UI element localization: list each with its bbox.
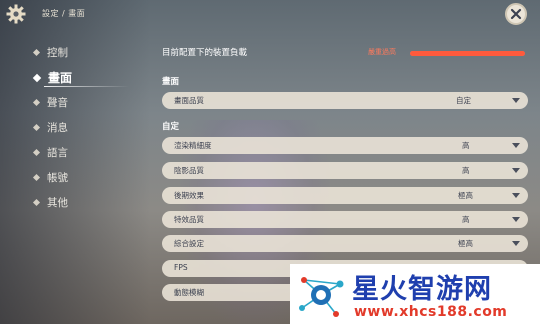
breadcrumb: 設定 / 畫面 xyxy=(42,9,86,18)
diamond-icon xyxy=(32,48,41,57)
setting-label: 陰影品質 xyxy=(174,166,204,175)
sidebar-item-audio[interactable]: 聲音 xyxy=(30,90,140,115)
chevron-down-icon xyxy=(512,241,520,246)
sidebar-item-other[interactable]: 其他 xyxy=(30,190,140,215)
chevron-down-icon xyxy=(512,143,520,148)
diamond-icon xyxy=(32,173,41,182)
post-processing-select[interactable]: 後期效果 極高 xyxy=(162,187,528,204)
sidebar-item-language[interactable]: 語言 xyxy=(30,140,140,165)
sidebar-item-graphics[interactable]: 畫面 xyxy=(30,65,140,90)
sidebar-item-label: 控制 xyxy=(47,47,68,59)
device-load-label: 目前配置下的裝置負載 xyxy=(162,48,248,58)
setting-label: 特效品質 xyxy=(174,215,204,224)
section-title-display: 畫面 xyxy=(162,77,180,87)
close-button[interactable] xyxy=(505,3,527,25)
sidebar-item-label: 帳號 xyxy=(47,172,68,184)
setting-label: 渲染精細度 xyxy=(174,141,212,150)
device-load-bar xyxy=(410,51,525,56)
setting-label: 綜合設定 xyxy=(174,239,204,248)
render-precision-select[interactable]: 渲染精細度 高 xyxy=(162,137,528,154)
sidebar-item-label: 其他 xyxy=(47,197,68,209)
diamond-icon xyxy=(32,98,41,107)
setting-value: 高 xyxy=(462,141,470,150)
diamond-icon xyxy=(32,73,42,82)
setting-value: 極高 xyxy=(458,191,473,200)
sidebar-item-label: 聲音 xyxy=(47,97,68,109)
device-load-status: 嚴重過高 xyxy=(368,48,396,56)
diamond-icon xyxy=(32,123,41,132)
chevron-down-icon xyxy=(512,98,520,103)
graphics-quality-select[interactable]: 畫面品質 自定 xyxy=(162,92,528,109)
sidebar-item-label: 語言 xyxy=(47,147,68,159)
watermark-title: 星火智游网 xyxy=(352,274,492,305)
top-bar: 設定 / 畫面 xyxy=(0,0,540,28)
shadow-quality-select[interactable]: 陰影品質 高 xyxy=(162,162,528,179)
setting-value: 高 xyxy=(462,215,470,224)
setting-label: 動態模糊 xyxy=(174,288,204,297)
setting-label: 畫面品質 xyxy=(174,96,204,105)
sidebar-item-notifications[interactable]: 消息 xyxy=(30,115,140,140)
sidebar-item-label: 畫面 xyxy=(48,71,73,85)
overall-setting-select[interactable]: 綜合設定 極高 xyxy=(162,235,528,252)
watermark-url: www.xhcs188.com xyxy=(354,304,508,320)
chevron-down-icon xyxy=(512,217,520,222)
setting-value: 極高 xyxy=(458,239,473,248)
diamond-icon xyxy=(32,198,41,207)
active-underline xyxy=(44,86,129,87)
section-title-custom: 自定 xyxy=(162,122,180,132)
settings-sidebar: 控制 畫面 聲音 消息 語言 帳號 其他 xyxy=(30,40,140,215)
setting-label: FPS xyxy=(174,263,188,272)
effects-quality-select[interactable]: 特效品質 高 xyxy=(162,211,528,228)
chevron-down-icon xyxy=(512,168,520,173)
setting-value: 自定 xyxy=(456,96,471,105)
gear-icon xyxy=(6,4,26,24)
setting-label: 後期效果 xyxy=(174,191,204,200)
chevron-down-icon xyxy=(512,193,520,198)
sidebar-item-account[interactable]: 帳號 xyxy=(30,165,140,190)
close-icon xyxy=(510,8,522,20)
setting-value: 高 xyxy=(462,166,470,175)
sidebar-item-controls[interactable]: 控制 xyxy=(30,40,140,65)
watermark-logo-icon xyxy=(299,277,344,317)
device-load-row: 目前配置下的裝置負載 嚴重過高 xyxy=(162,46,528,60)
watermark: 星火智游网 www.xhcs188.com xyxy=(290,264,540,324)
diamond-icon xyxy=(32,148,41,157)
device-load-fill xyxy=(410,51,525,56)
sidebar-item-label: 消息 xyxy=(47,122,68,134)
